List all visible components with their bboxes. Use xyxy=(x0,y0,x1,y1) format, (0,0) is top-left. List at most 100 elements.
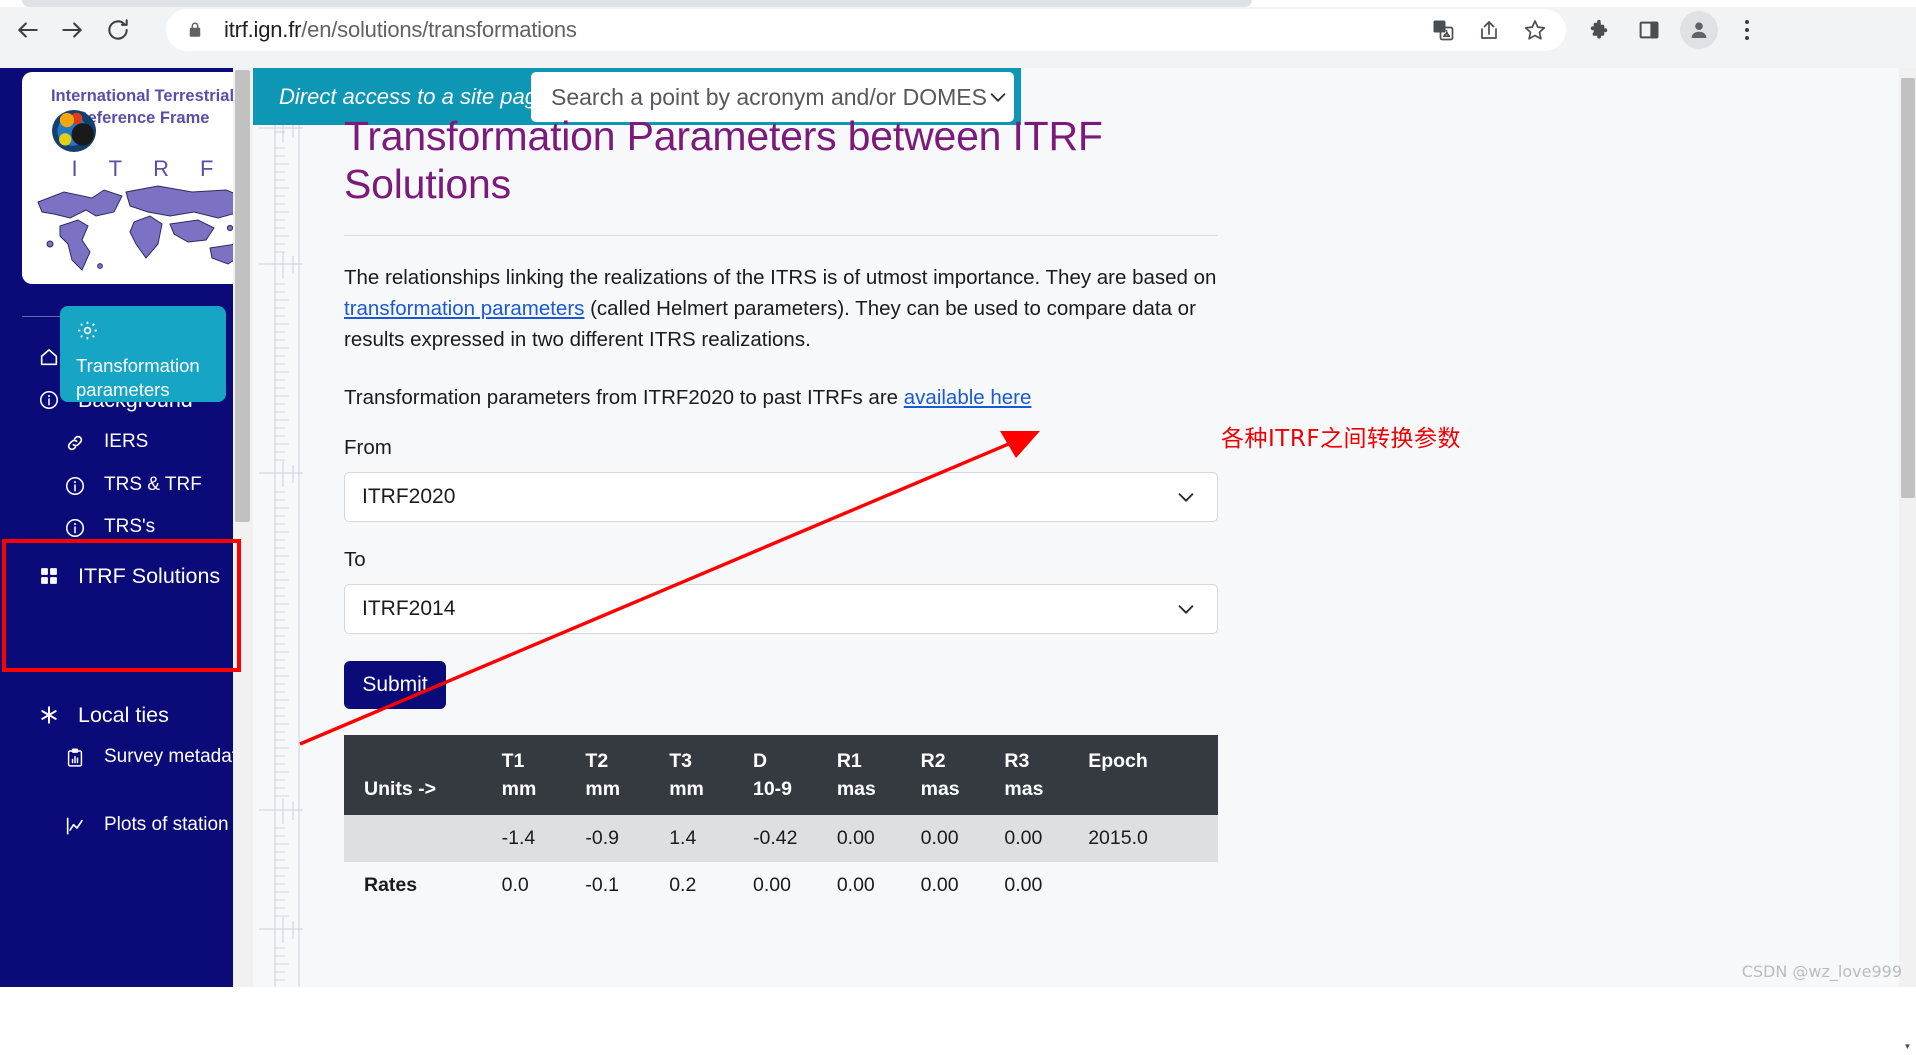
to-select[interactable]: ITRF2014 xyxy=(344,584,1218,634)
column-header-r3: R3 mas xyxy=(1004,735,1088,816)
column-header-r2: R2 mas xyxy=(921,735,1005,816)
three-dot-menu-icon[interactable] xyxy=(1730,11,1764,49)
clipboard-chart-icon xyxy=(62,747,88,769)
asterisk-icon xyxy=(36,704,62,726)
column-header-t3: T3 mm xyxy=(669,735,753,816)
from-select[interactable]: ITRF2020 xyxy=(344,472,1218,522)
sidebar-item-trss[interactable]: TRS's xyxy=(62,515,155,538)
page-title: Transformation Parameters between ITRF S… xyxy=(344,113,1224,208)
row-label: Rates xyxy=(344,862,502,909)
cell-d: -0.42 xyxy=(753,815,837,862)
table-head: Units -> T1 mm T2 mm T3 mm xyxy=(344,735,1218,816)
info-circle-icon xyxy=(36,389,62,411)
main-content: Direct access to a site page: Search a p… xyxy=(253,68,1900,987)
sidebar-item-label: Survey metadata xyxy=(104,745,248,768)
to-label: To xyxy=(344,548,1224,572)
table-body: -1.4 -0.9 1.4 -0.42 0.00 0.00 0.00 2015.… xyxy=(344,815,1218,909)
sidebar-item-survey-metadata[interactable]: Survey metadata xyxy=(62,745,252,768)
share-icon[interactable] xyxy=(1470,11,1508,49)
sidebar-scrollbar-thumb[interactable] xyxy=(235,70,250,522)
transform-note: Transformation parameters from ITRF2020 … xyxy=(344,386,1224,410)
browser-tab-active[interactable] xyxy=(1266,0,1606,7)
table-row: -1.4 -0.9 1.4 -0.42 0.00 0.00 0.00 2015.… xyxy=(344,815,1218,862)
side-panel-icon[interactable] xyxy=(1630,11,1668,49)
sidebar: International Terrestrial Reference Fram… xyxy=(0,68,287,987)
cell-epoch: 2015.0 xyxy=(1088,815,1218,862)
table-header-row: Units -> T1 mm T2 mm T3 mm xyxy=(344,735,1218,816)
cell-t2: -0.9 xyxy=(585,815,669,862)
units-label: Units -> xyxy=(364,775,502,803)
site-search-label: Direct access to a site page: xyxy=(279,84,555,110)
transformation-parameters-table: Units -> T1 mm T2 mm T3 mm xyxy=(344,735,1218,910)
page-body: Transformation Parameters between ITRF S… xyxy=(344,113,1224,909)
link-icon xyxy=(62,432,88,454)
from-label: From xyxy=(344,436,1224,460)
cell-t3: 0.2 xyxy=(669,862,753,909)
available-here-link[interactable]: available here xyxy=(904,386,1032,409)
cell-t1: -1.4 xyxy=(502,815,586,862)
column-header-r1: R1 mas xyxy=(837,735,921,816)
sidebar-item-itrf-solutions[interactable]: ITRF Solutions xyxy=(36,563,220,589)
translate-icon[interactable]: G xyxy=(1424,11,1462,49)
chevron-down-icon[interactable] xyxy=(987,86,1009,108)
back-button[interactable] xyxy=(8,10,48,50)
column-header-t1: T1 mm xyxy=(502,735,586,816)
intro-paragraph: The relationships linking the realizatio… xyxy=(344,262,1224,355)
intro-text-part1: The relationships linking the realizatio… xyxy=(344,266,1216,289)
page-scrollbar-thumb[interactable] xyxy=(1901,78,1915,498)
sidebar-item-label: TRS's xyxy=(104,515,155,538)
browser-chrome: itrf.ign.fr/en/solutions/transformations… xyxy=(0,0,1916,68)
column-header-t2: T2 mm xyxy=(585,735,669,816)
sidebar-item-label: IERS xyxy=(104,430,148,453)
cell-r2: 0.00 xyxy=(921,862,1005,909)
cell-r1: 0.00 xyxy=(837,862,921,909)
sidebar-item-transformation-parameters[interactable]: Transformation parameters xyxy=(60,306,226,402)
sidebar-active-item-label: Transformation parameters xyxy=(76,355,200,400)
transformation-parameters-link[interactable]: transformation parameters xyxy=(344,297,584,320)
forward-button[interactable] xyxy=(52,10,92,50)
line-chart-icon xyxy=(62,815,88,837)
extensions-puzzle-icon[interactable] xyxy=(1580,11,1618,49)
sidebar-item-label: ITRF Solutions xyxy=(78,563,220,589)
to-select-value: ITRF2014 xyxy=(362,597,455,621)
browser-tab[interactable] xyxy=(22,0,1252,7)
sidebar-item-iers[interactable]: IERS xyxy=(62,430,148,453)
cell-r3: 0.00 xyxy=(1004,815,1088,862)
sidebar-item-trs-and-trf[interactable]: TRS & TRF xyxy=(62,473,202,496)
page-viewport: International Terrestrial Reference Fram… xyxy=(0,68,1916,987)
sidebar-item-label: Local ties xyxy=(78,702,169,728)
itrf-logo[interactable]: International Terrestrial Reference Fram… xyxy=(22,72,263,284)
scroll-down-arrow[interactable]: ▼ xyxy=(1899,1037,1916,1055)
row-label xyxy=(344,815,502,862)
transform-note-text: Transformation parameters from ITRF2020 … xyxy=(344,386,904,409)
from-select-value: ITRF2020 xyxy=(362,485,455,509)
sidebar-item-local-ties[interactable]: Local ties xyxy=(36,702,169,728)
cell-t1: 0.0 xyxy=(502,862,586,909)
cell-epoch xyxy=(1088,862,1218,909)
home-icon xyxy=(36,346,62,368)
site-lock-icon xyxy=(186,21,204,39)
info-circle-icon xyxy=(62,475,88,497)
tab-strip xyxy=(0,0,1916,7)
table-row: Rates 0.0 -0.1 0.2 0.00 0.00 0.00 0.00 xyxy=(344,862,1218,909)
site-search-placeholder: Search a point by acronym and/or DOMES xyxy=(551,84,987,111)
decorative-ruler-pattern xyxy=(253,68,353,987)
sidebar-item-plots-of-station[interactable]: Plots of station xyxy=(62,813,262,836)
units-header: Units -> xyxy=(344,735,502,816)
watermark: CSDN @wz_love999 xyxy=(1742,962,1902,981)
submit-button[interactable]: Submit xyxy=(344,661,446,709)
omnibox-action-icons: G xyxy=(1268,9,1568,51)
profile-avatar[interactable] xyxy=(1680,11,1718,49)
cell-d: 0.00 xyxy=(753,862,837,909)
url-text: itrf.ign.fr/en/solutions/transformations xyxy=(224,17,577,43)
gear-icon xyxy=(76,319,226,348)
reload-icon[interactable] xyxy=(98,10,138,50)
cell-t3: 1.4 xyxy=(669,815,753,862)
world-map-graphic xyxy=(30,182,255,278)
chevron-down-icon[interactable] xyxy=(1175,598,1197,620)
chevron-down-icon[interactable] xyxy=(1175,486,1197,508)
grid-squares-icon xyxy=(36,565,62,587)
logo-letters: I T R F xyxy=(22,156,263,182)
sidebar-item-label: Plots of station xyxy=(104,813,229,836)
bookmark-star-icon[interactable] xyxy=(1516,11,1554,49)
